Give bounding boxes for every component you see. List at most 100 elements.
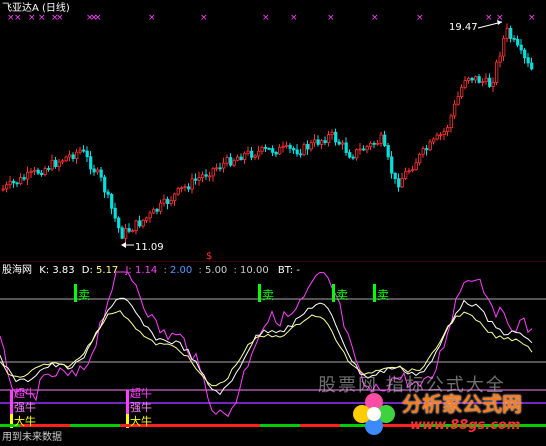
candle bbox=[57, 159, 61, 172]
candle bbox=[414, 158, 418, 171]
candle-body bbox=[173, 193, 177, 201]
sell-signal-bar bbox=[74, 284, 77, 302]
candle bbox=[502, 35, 506, 62]
candle-body bbox=[519, 44, 523, 51]
candle-body bbox=[190, 178, 194, 190]
sell-signal-4: 卖 bbox=[377, 288, 390, 302]
candle-body bbox=[407, 170, 411, 173]
candle-body bbox=[313, 139, 317, 144]
candle-body bbox=[418, 153, 422, 164]
candle-body bbox=[274, 152, 278, 155]
candle-body bbox=[320, 140, 324, 145]
candle-body bbox=[306, 143, 310, 150]
candle-body bbox=[40, 172, 44, 176]
x-marker-icon: × bbox=[262, 13, 270, 23]
sell-signal-1: 卖 bbox=[78, 288, 91, 302]
candle-body bbox=[208, 175, 212, 178]
candle bbox=[320, 138, 324, 149]
future-data-note: 用到未来数据 bbox=[2, 432, 62, 443]
candle bbox=[400, 172, 404, 189]
candle bbox=[1, 185, 5, 192]
watermark-text: 股票网 指标公式大全 bbox=[318, 375, 506, 396]
super-bull-label-2: 超牛 bbox=[130, 387, 152, 400]
candle bbox=[526, 53, 530, 68]
candle bbox=[362, 145, 366, 152]
candle bbox=[285, 141, 289, 149]
candle-body bbox=[421, 148, 425, 155]
candle bbox=[120, 225, 124, 240]
candle-body bbox=[299, 153, 303, 156]
brand-logo-text: 分析家公式网 bbox=[402, 392, 522, 416]
candle-body bbox=[414, 162, 418, 171]
big-bull-label-2: 大牛 bbox=[130, 415, 152, 428]
trend-bar-segment bbox=[70, 424, 120, 427]
candle-body bbox=[197, 177, 201, 181]
candle-body bbox=[474, 76, 478, 81]
candle bbox=[512, 35, 516, 43]
candle-body bbox=[243, 152, 247, 160]
candle-body bbox=[400, 178, 404, 188]
candle bbox=[155, 207, 159, 215]
candle-body bbox=[145, 217, 149, 221]
candle-body bbox=[523, 49, 527, 59]
low-price-label: 11.09 bbox=[135, 242, 164, 253]
brand-url: www.88gs.com bbox=[410, 418, 521, 433]
candle-body bbox=[89, 156, 93, 170]
candle-body bbox=[467, 77, 471, 81]
candle bbox=[288, 143, 292, 154]
candle bbox=[194, 173, 198, 185]
candle bbox=[299, 148, 303, 158]
sell-signal-2: 卖 bbox=[262, 288, 275, 302]
candle bbox=[498, 51, 502, 68]
candle bbox=[187, 183, 191, 193]
candle-body bbox=[155, 208, 159, 212]
candle-body bbox=[260, 146, 264, 152]
candle-body bbox=[33, 169, 37, 172]
sell-signal-bar bbox=[373, 284, 376, 302]
candle bbox=[218, 162, 222, 172]
candle-body bbox=[316, 139, 320, 145]
candle bbox=[26, 166, 30, 185]
k-label: K: bbox=[39, 265, 50, 276]
value-2: 5.00 bbox=[205, 265, 228, 276]
price-chart[interactable]: × × × × ×× ××× × × × × × × × × × × bbox=[0, 0, 546, 262]
candle bbox=[341, 140, 345, 150]
candle bbox=[138, 215, 142, 228]
candle-body bbox=[36, 169, 40, 174]
j-label: J: bbox=[125, 265, 132, 276]
candle bbox=[523, 47, 527, 64]
candle bbox=[22, 174, 26, 181]
candle bbox=[225, 154, 229, 167]
candle bbox=[491, 77, 495, 93]
candle bbox=[54, 156, 58, 169]
candle bbox=[64, 155, 68, 163]
candle bbox=[274, 150, 278, 158]
x-marker-icon: × bbox=[28, 13, 36, 23]
candle bbox=[152, 207, 156, 214]
candle bbox=[50, 154, 54, 172]
candle bbox=[313, 134, 317, 147]
super-bull-label-1: 超牛 bbox=[14, 387, 36, 400]
candle bbox=[201, 171, 205, 183]
candle-body bbox=[236, 156, 240, 161]
candle bbox=[295, 144, 299, 157]
candle bbox=[463, 76, 467, 90]
candle bbox=[211, 167, 215, 182]
candle bbox=[302, 142, 306, 157]
candle-body bbox=[180, 187, 184, 190]
d-label: D: bbox=[81, 265, 93, 276]
candle bbox=[425, 144, 429, 156]
candle-body bbox=[376, 142, 380, 145]
candle-body bbox=[29, 170, 33, 173]
sell-signal-bar bbox=[332, 284, 335, 302]
candle bbox=[432, 137, 436, 145]
candle bbox=[85, 146, 89, 162]
candle-body bbox=[383, 134, 387, 146]
candle-body bbox=[505, 27, 509, 39]
candle bbox=[19, 173, 23, 186]
candle-body bbox=[215, 167, 219, 170]
candle bbox=[477, 74, 481, 84]
candle bbox=[404, 167, 408, 180]
candle bbox=[162, 194, 166, 207]
candle bbox=[92, 164, 96, 176]
